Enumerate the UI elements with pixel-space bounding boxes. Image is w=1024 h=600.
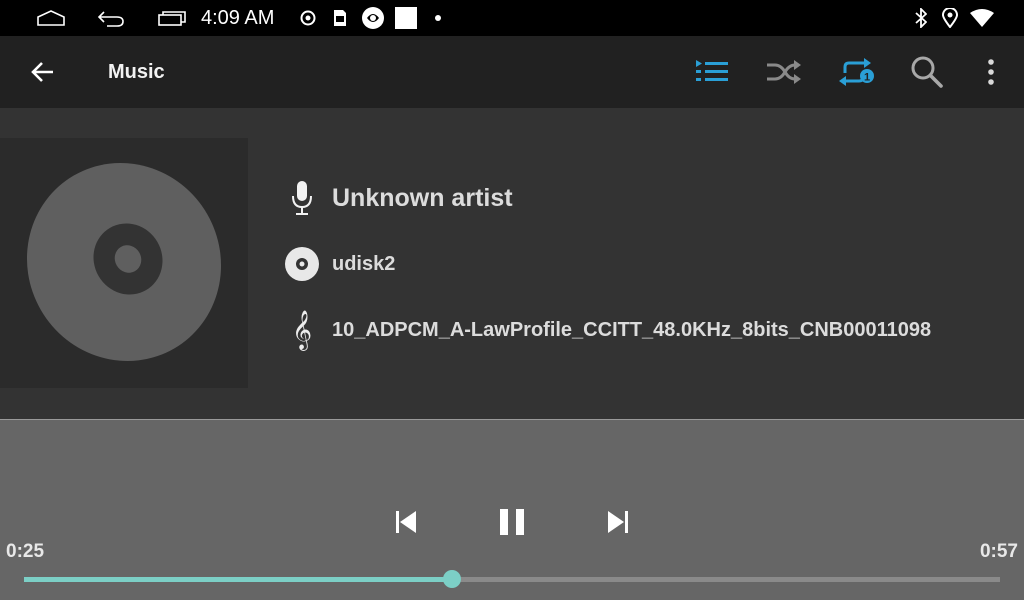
seek-bar-thumb[interactable] bbox=[443, 570, 462, 588]
page-title: Music bbox=[108, 61, 165, 83]
elapsed-time: 0:25 bbox=[6, 541, 45, 562]
album-row: udisk2 bbox=[284, 244, 395, 284]
svg-text:1: 1 bbox=[864, 72, 870, 84]
total-duration: 0:57 bbox=[979, 541, 1018, 562]
pause-button[interactable] bbox=[490, 502, 534, 542]
microphone-icon bbox=[284, 180, 320, 216]
white-square-icon bbox=[395, 0, 417, 36]
skip-next-icon bbox=[608, 511, 628, 533]
playlist-icon[interactable] bbox=[694, 36, 730, 108]
wifi-icon bbox=[970, 0, 994, 36]
artist-name: Unknown artist bbox=[332, 183, 513, 212]
seek-bar[interactable] bbox=[24, 570, 1000, 588]
skip-previous-icon bbox=[396, 511, 416, 533]
album-name: udisk2 bbox=[332, 252, 396, 275]
disc-icon bbox=[284, 246, 320, 282]
title-row: 𝄞 10_ADPCM_A-LawProfile_CCITT_48.0KHz_8b… bbox=[284, 310, 931, 350]
more-vert-icon[interactable] bbox=[978, 36, 1004, 108]
playback-controls: 0:25 0:57 bbox=[0, 420, 1024, 600]
track-title: 10_ADPCM_A-LawProfile_CCITT_48.0KHz_8bit… bbox=[332, 318, 932, 341]
record-icon bbox=[299, 0, 317, 36]
seek-bar-progress bbox=[24, 577, 453, 582]
repeat-one-icon[interactable]: 1 bbox=[836, 36, 876, 108]
status-bar: 4:09 AM bbox=[0, 0, 1024, 36]
shuffle-icon[interactable] bbox=[764, 36, 804, 108]
bluetooth-icon bbox=[912, 0, 930, 36]
dot-icon bbox=[433, 0, 443, 36]
previous-button[interactable] bbox=[386, 502, 426, 542]
album-art bbox=[0, 138, 248, 388]
pause-icon bbox=[500, 509, 524, 535]
treble-clef-icon: 𝄞 bbox=[291, 310, 313, 350]
app-toolbar: Music 1 bbox=[0, 36, 1024, 108]
artist-row: Unknown artist bbox=[284, 178, 513, 218]
status-time: 4:09 AM bbox=[201, 7, 275, 29]
search-icon[interactable] bbox=[908, 36, 946, 108]
back-icon[interactable] bbox=[96, 0, 126, 36]
recents-icon[interactable] bbox=[157, 0, 187, 36]
sd-card-icon bbox=[331, 0, 349, 36]
location-icon bbox=[941, 0, 959, 36]
next-button[interactable] bbox=[598, 502, 638, 542]
track-info-panel: Unknown artist udisk2 𝄞 10_ADPCM_A-LawPr… bbox=[0, 108, 1024, 419]
app-icon bbox=[361, 0, 385, 36]
back-arrow-icon[interactable] bbox=[24, 36, 60, 108]
home-icon[interactable] bbox=[36, 0, 66, 36]
